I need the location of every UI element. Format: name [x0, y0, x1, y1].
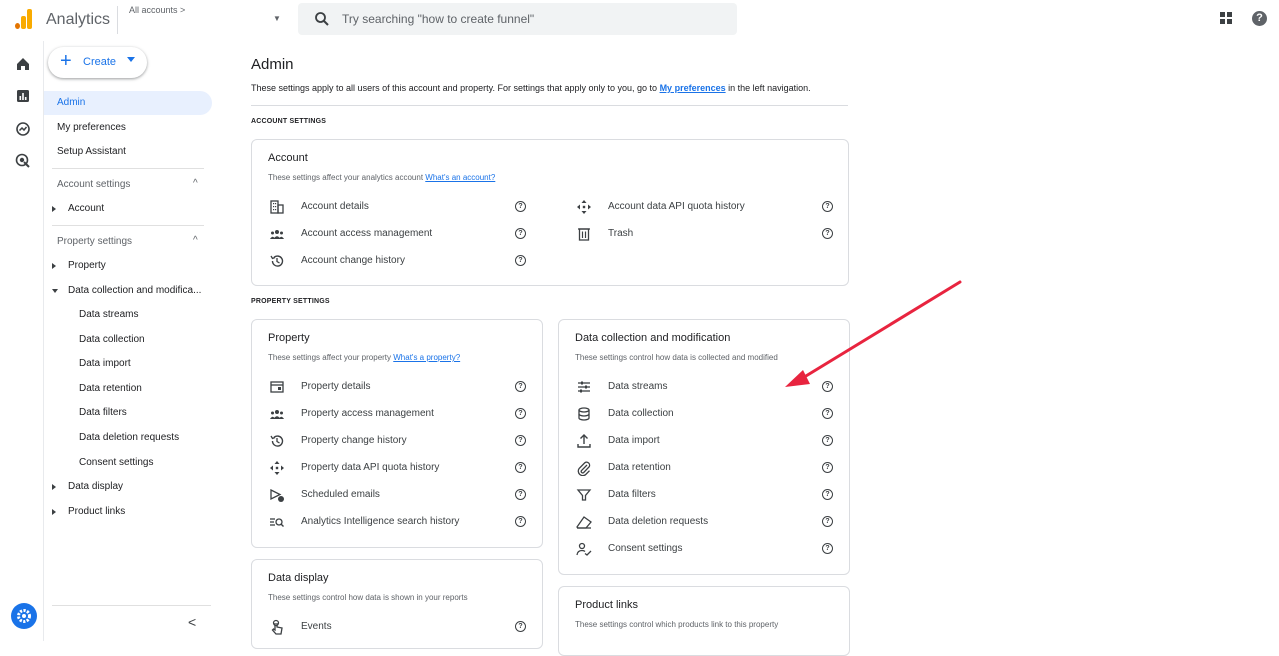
nav-item-data-display[interactable]: Data display	[68, 481, 123, 492]
expand-arrow-icon[interactable]	[52, 263, 56, 269]
expand-arrow-icon[interactable]	[52, 484, 56, 490]
nav-item-property[interactable]: Property	[68, 260, 106, 271]
search-bar[interactable]: Try searching "how to create funnel"	[298, 3, 737, 35]
nav-item-my-preferences[interactable]: My preferences	[57, 122, 126, 133]
nav-item-admin-label: Admin	[57, 97, 86, 108]
nav-item-data-collection-modification[interactable]: Data collection and modifica...	[68, 285, 201, 296]
search-placeholder: Try searching "how to create funnel"	[342, 12, 535, 26]
chevron-up-icon[interactable]: ^	[193, 178, 198, 189]
nav-subitem[interactable]: Data deletion requests	[79, 432, 179, 443]
account-settings-heading[interactable]: Account settings	[57, 179, 130, 190]
nav-subitem[interactable]: Data retention	[79, 383, 142, 394]
create-button[interactable]: + Create	[48, 47, 147, 78]
reports-icon[interactable]	[14, 87, 32, 105]
side-nav: + Create Admin My preferences Setup Assi…	[43, 41, 228, 641]
nav-subitem[interactable]: Data filters	[79, 407, 127, 418]
advertising-icon[interactable]	[14, 152, 32, 170]
explore-icon[interactable]	[14, 120, 32, 138]
nav-subitem[interactable]: Data import	[79, 358, 131, 369]
annotation-arrow	[785, 280, 962, 387]
left-rail	[4, 41, 42, 641]
gear-icon	[17, 609, 31, 623]
caret-down-icon[interactable]: ▼	[273, 14, 281, 23]
search-icon	[315, 12, 329, 26]
nav-subitem[interactable]: Data streams	[79, 309, 138, 320]
nav-item-account[interactable]: Account	[68, 203, 104, 214]
expand-arrow-icon[interactable]	[52, 509, 56, 515]
top-bar: Analytics All accounts > ▼ Try searching…	[0, 0, 1279, 41]
divider	[52, 168, 204, 169]
nav-item-setup-assistant[interactable]: Setup Assistant	[57, 146, 126, 157]
expand-arrow-icon[interactable]	[52, 206, 56, 212]
collapse-arrow-icon[interactable]	[52, 289, 58, 293]
plus-icon: +	[60, 50, 72, 72]
collapse-nav-icon[interactable]: <	[188, 614, 196, 630]
divider	[52, 225, 204, 226]
app-title[interactable]: Analytics	[46, 11, 110, 29]
analytics-logo-icon[interactable]	[15, 9, 33, 29]
property-settings-heading[interactable]: Property settings	[57, 236, 132, 247]
caret-down-icon	[127, 57, 135, 62]
home-icon[interactable]	[14, 55, 32, 73]
admin-gear-icon[interactable]	[11, 603, 37, 629]
account-picker-label: All accounts	[129, 5, 178, 15]
main-content: Admin These settings apply to all users …	[229, 41, 1279, 656]
nav-subitem[interactable]: Data collection	[79, 334, 145, 345]
divider	[117, 6, 118, 34]
account-picker[interactable]: All accounts >	[129, 5, 185, 15]
nav-item-product-links[interactable]: Product links	[68, 506, 125, 517]
nav-subitem[interactable]: Consent settings	[79, 457, 154, 468]
chevron-right-icon: >	[180, 5, 186, 15]
chevron-up-icon[interactable]: ^	[193, 235, 198, 246]
help-icon[interactable]: ?	[1252, 11, 1267, 26]
apps-grid-icon[interactable]	[1220, 12, 1232, 24]
divider	[52, 605, 211, 606]
create-label: Create	[83, 56, 117, 68]
